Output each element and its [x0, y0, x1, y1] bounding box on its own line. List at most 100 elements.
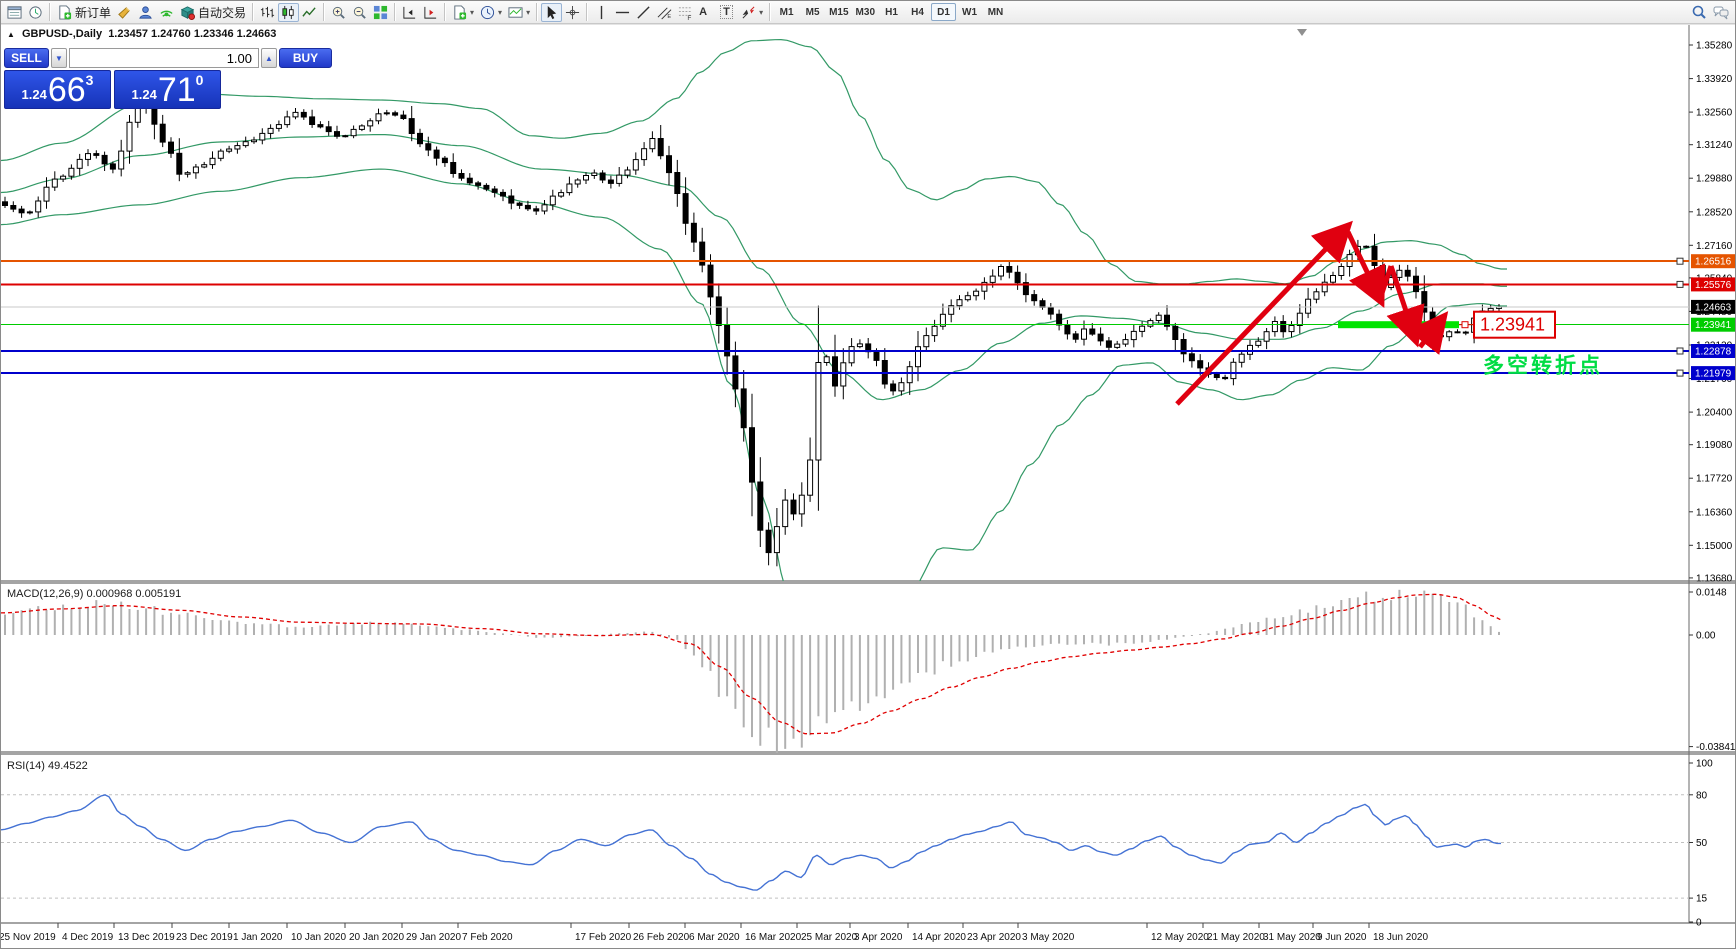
arrows-tool-button[interactable]: ▾ [738, 3, 766, 22]
templates-button[interactable]: ▾ [505, 3, 533, 22]
line-handle[interactable] [1676, 280, 1684, 288]
auto-scroll-button[interactable] [420, 3, 441, 22]
metaeditor-button[interactable] [114, 3, 135, 22]
sell-button[interactable]: SELL [4, 48, 49, 68]
vertical-line-tool-button[interactable] [591, 3, 612, 22]
zoom-out-button[interactable] [349, 3, 370, 22]
bar-chart-icon [260, 5, 275, 20]
community-button[interactable] [135, 3, 156, 22]
macd-label: MACD(12,26,9) 0.000968 0.005191 [7, 588, 181, 600]
toolbar-separator [252, 3, 255, 21]
equidistant-channel-tool-button[interactable] [654, 3, 675, 22]
new-order-button[interactable]: 新订单 [54, 3, 114, 22]
crosshair-tool-button[interactable] [562, 3, 583, 22]
svg-text:1.25576: 1.25576 [1695, 280, 1732, 291]
svg-text:0.0148: 0.0148 [1696, 588, 1727, 599]
timeframe-d1-button[interactable]: D1 [931, 3, 956, 21]
indicators-button[interactable]: ▾ [449, 3, 477, 22]
timeframe-m15-button[interactable]: M15 [826, 3, 851, 21]
new-order-label: 新订单 [75, 5, 112, 20]
svg-text:7 Feb 2020: 7 Feb 2020 [462, 932, 513, 943]
buy-button[interactable]: BUY [279, 48, 332, 68]
trendline-tool-button[interactable] [633, 3, 654, 22]
candlestick-chart-button[interactable] [278, 2, 300, 22]
toolbar-separator [394, 3, 397, 21]
chart-shift-button[interactable] [399, 3, 420, 22]
chevron-down-icon: ▾ [759, 7, 764, 17]
turning-point-annotation[interactable]: 多空转折点 [1483, 354, 1603, 378]
svg-text:1.33920: 1.33920 [1696, 74, 1733, 85]
equidistant-channel-tool-icon [657, 5, 672, 20]
buy-price-panel[interactable]: 1.24 71 0 [114, 70, 221, 109]
timeframe-mn-button[interactable]: MN [983, 3, 1008, 21]
signals-button[interactable] [156, 3, 177, 22]
fibonacci-tool-button[interactable] [675, 3, 696, 22]
svg-text:26 Feb 2020: 26 Feb 2020 [633, 932, 690, 943]
chart-symbol-period: GBPUSD-,Daily [21, 28, 103, 40]
svg-text:1.27160: 1.27160 [1696, 241, 1733, 252]
svg-text:1.32560: 1.32560 [1696, 108, 1733, 119]
rsi-label: RSI(14) 49.4522 [7, 760, 88, 772]
charts-list-button[interactable] [4, 3, 25, 22]
svg-text:1.28520: 1.28520 [1696, 207, 1733, 218]
chat-button[interactable] [1710, 3, 1732, 22]
cursor-tool-button[interactable] [541, 2, 563, 22]
volume-increase-button[interactable]: ▲ [261, 48, 277, 68]
trendline-tool-icon [636, 5, 651, 20]
crosshair-tool-icon [565, 5, 580, 20]
zoom-in-button[interactable] [328, 3, 349, 22]
svg-text:1.26516: 1.26516 [1695, 257, 1732, 268]
timeframe-m30-button[interactable]: M30 [853, 3, 878, 21]
svg-text:4 Dec 2019: 4 Dec 2019 [62, 932, 114, 943]
community-icon [138, 5, 153, 20]
svg-text:6 Mar 2020: 6 Mar 2020 [689, 932, 740, 943]
chart-shift-icon [402, 5, 417, 20]
svg-text:3 Apr 2020: 3 Apr 2020 [854, 932, 903, 943]
sell-price-panel[interactable]: 1.24 66 3 [4, 70, 111, 109]
line-handle[interactable] [1676, 369, 1684, 377]
zoom-in-icon [331, 5, 346, 20]
volume-decrease-button[interactable]: ▼ [51, 48, 67, 68]
tile-windows-button[interactable] [370, 3, 391, 22]
price-callout-text: 1.23941 [1480, 315, 1545, 335]
profiles-button[interactable] [25, 3, 46, 22]
periods-button[interactable]: ▾ [477, 3, 505, 22]
vertical-line-tool-icon [594, 5, 609, 20]
bar-chart-button[interactable] [257, 3, 278, 22]
svg-text:17 Feb 2020: 17 Feb 2020 [575, 932, 632, 943]
line-handle[interactable] [1676, 347, 1684, 355]
chart-area[interactable]: 1.23941 多空转折点 1.35280 1.33920 1.32560 1.31240… [1, 25, 1736, 949]
timeframe-m5-button[interactable]: M5 [800, 3, 825, 21]
horizontal-line-tool-button[interactable] [612, 3, 633, 22]
arrows-tool-icon [741, 5, 756, 20]
timeframe-m1-button[interactable]: M1 [774, 3, 799, 21]
svg-text:1.24663: 1.24663 [1695, 302, 1732, 313]
templates-icon [508, 5, 523, 20]
label-tool-button[interactable]: T [717, 3, 738, 22]
toolbar-separator [49, 3, 51, 21]
triangle-up-icon: ▲ [265, 53, 273, 63]
svg-text:0.00: 0.00 [1696, 631, 1716, 642]
fibonacci-tool-icon [678, 5, 693, 20]
line-handle[interactable] [1676, 257, 1684, 265]
auto-trading-button[interactable]: 自动交易 [177, 3, 249, 22]
zoom-out-icon [352, 5, 367, 20]
search-button[interactable] [1688, 3, 1710, 22]
search-icon [1691, 4, 1707, 20]
toolbar: 新订单 自动交易 ▾ ▾ ▾ A T ▾ M1 M5 M15 M30 H1 H4 D1 W1 MN [1, 1, 1735, 24]
line-chart-button[interactable] [299, 3, 320, 22]
svg-text:1.29880: 1.29880 [1696, 174, 1733, 185]
collapse-triangle-icon[interactable]: ▲ [7, 30, 15, 39]
timeframe-w1-button[interactable]: W1 [957, 3, 982, 21]
timeframe-h1-button[interactable]: H1 [879, 3, 904, 21]
text-tool-button[interactable]: A [696, 3, 717, 22]
volume-input[interactable] [69, 48, 259, 68]
toolbar-separator [769, 3, 772, 21]
svg-text:23 Dec 2019: 23 Dec 2019 [176, 932, 233, 943]
horizontal-line-tool-icon [615, 5, 630, 20]
timeframe-h4-button[interactable]: H4 [905, 3, 930, 21]
svg-text:80: 80 [1696, 790, 1708, 801]
svg-text:1.20400: 1.20400 [1696, 408, 1733, 419]
chart-canvas[interactable]: 1.23941 多空转折点 1.35280 1.33920 1.32560 1.31240… [1, 25, 1736, 949]
line-chart-icon [302, 5, 317, 20]
